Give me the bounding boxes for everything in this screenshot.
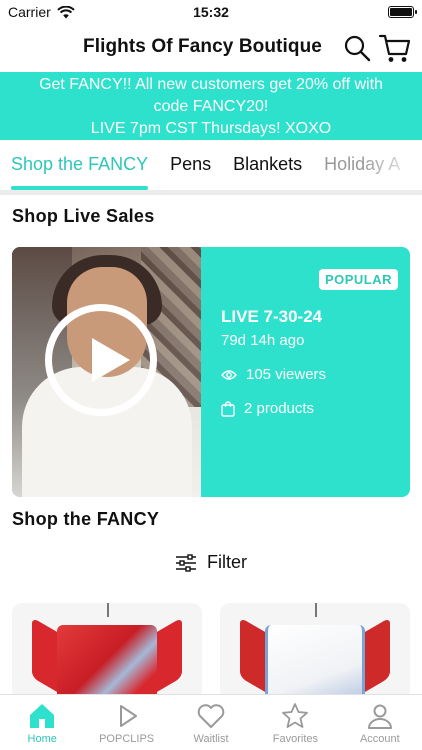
promo-line-3: LIVE 7pm CST Thursdays! XOXO bbox=[90, 120, 332, 137]
live-sale-card[interactable]: POPULAR LIVE 7-30-24 79d 14h ago 105 vie… bbox=[12, 247, 410, 497]
tab-holiday[interactable]: Holiday A bbox=[313, 140, 411, 190]
shopping-bag-icon bbox=[221, 400, 235, 417]
nav-waitlist[interactable]: Waitlist bbox=[169, 695, 253, 750]
heart-icon bbox=[197, 704, 225, 728]
bottom-tab-bar: Home POPCLIPS Waitlist Favorites Account bbox=[0, 694, 422, 750]
nav-account[interactable]: Account bbox=[338, 695, 422, 750]
filter-button[interactable]: Filter bbox=[0, 552, 422, 573]
nav-home-label: Home bbox=[27, 733, 57, 745]
promo-line-1: Get FANCY!! All new customers get 20% of… bbox=[39, 76, 383, 93]
app-header: Flights Of Fancy Boutique bbox=[0, 28, 422, 68]
status-bar: Carrier 15:32 bbox=[0, 0, 422, 24]
live-video-thumbnail[interactable] bbox=[12, 247, 201, 497]
battery-icon bbox=[388, 6, 417, 18]
nav-favorites[interactable]: Favorites bbox=[253, 695, 337, 750]
popular-badge: POPULAR bbox=[318, 269, 398, 290]
live-sales-heading: Shop Live Sales bbox=[12, 206, 155, 226]
cart-icon[interactable] bbox=[378, 32, 412, 64]
promo-banner: Get FANCY!! All new customers get 20% of… bbox=[0, 72, 422, 140]
nav-popclips-label: POPCLIPS bbox=[99, 733, 155, 745]
tab-blankets[interactable]: Blankets bbox=[222, 140, 313, 190]
filter-icon bbox=[176, 553, 196, 572]
viewers-stat: 105 viewers bbox=[221, 366, 326, 383]
promo-line-2: code FANCY20! bbox=[153, 98, 269, 115]
viewers-count: 105 viewers bbox=[246, 366, 327, 383]
store-title: Flights Of Fancy Boutique bbox=[83, 36, 322, 57]
live-time-ago: 79d 14h ago bbox=[221, 332, 305, 349]
person-icon bbox=[367, 704, 392, 729]
eye-icon bbox=[221, 369, 237, 380]
home-icon bbox=[30, 704, 55, 728]
live-title: LIVE 7-30-24 bbox=[221, 307, 323, 326]
filter-label: Filter bbox=[207, 552, 247, 572]
search-icon[interactable] bbox=[343, 34, 371, 62]
nav-waitlist-label: Waitlist bbox=[193, 733, 229, 745]
section-divider bbox=[0, 190, 422, 195]
play-icon[interactable] bbox=[45, 304, 157, 416]
status-time: 15:32 bbox=[193, 4, 229, 20]
products-count: 2 products bbox=[244, 400, 315, 417]
nav-home[interactable]: Home bbox=[0, 695, 84, 750]
tab-shop-the-fancy[interactable]: Shop the FANCY bbox=[0, 140, 159, 190]
nav-favorites-label: Favorites bbox=[272, 733, 319, 745]
star-icon bbox=[282, 703, 309, 728]
tab-pens[interactable]: Pens bbox=[159, 140, 222, 190]
nav-account-label: Account bbox=[359, 733, 400, 745]
shop-heading: Shop the FANCY bbox=[12, 509, 160, 529]
category-tabs: Shop the FANCY Pens Blankets Holiday A bbox=[0, 140, 422, 190]
play-icon bbox=[119, 705, 137, 727]
products-stat: 2 products bbox=[221, 400, 314, 417]
nav-popclips[interactable]: POPCLIPS bbox=[84, 695, 168, 750]
